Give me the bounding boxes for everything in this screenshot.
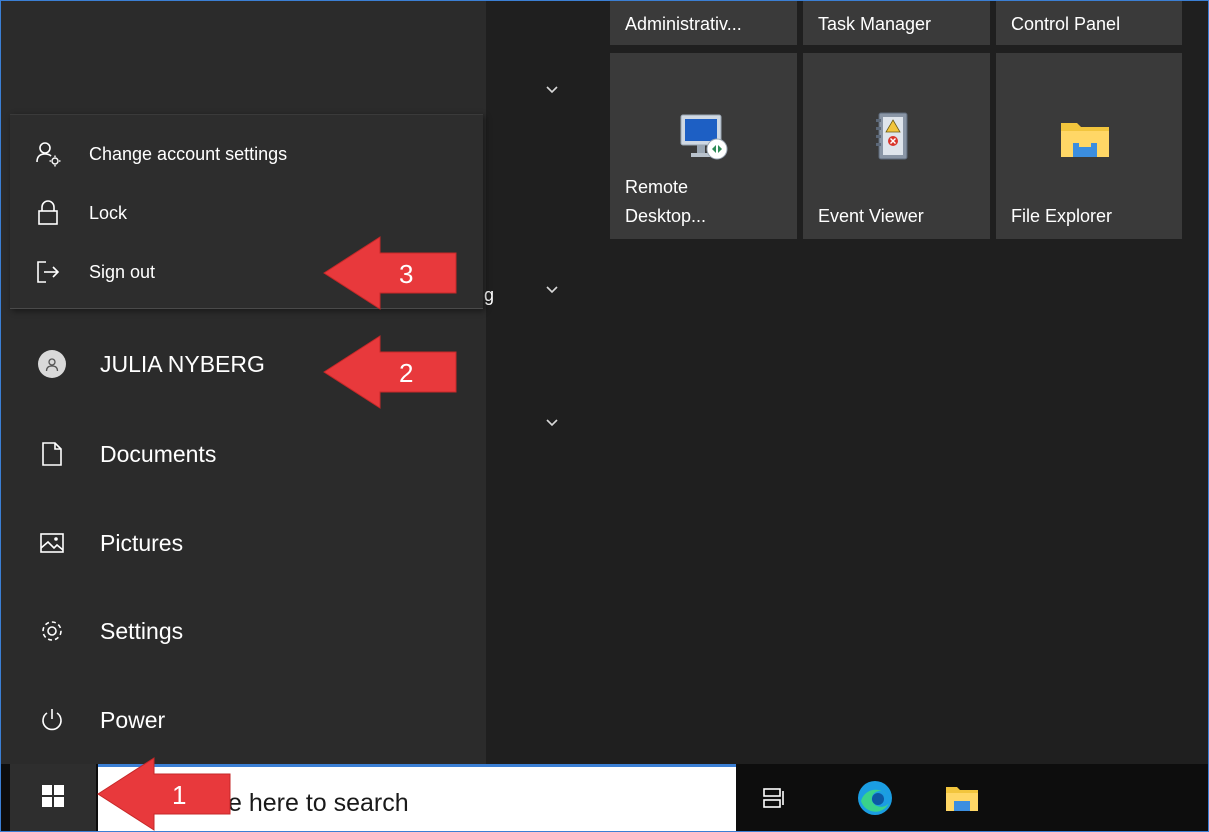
callout-number: 2 <box>399 358 414 388</box>
pictures-button[interactable]: Pictures <box>10 509 484 577</box>
change-account-settings-item[interactable]: Change account settings <box>10 127 483 181</box>
chevron-down-icon[interactable] <box>541 82 563 100</box>
start-button[interactable] <box>10 764 96 832</box>
sign-out-label: Sign out <box>89 261 156 282</box>
power-button[interactable]: Power <box>10 686 484 754</box>
callout-arrow-2: 2 <box>322 332 462 417</box>
event-viewer-icon <box>873 109 913 170</box>
edge-icon[interactable] <box>853 776 897 820</box>
tile-label: File Explorer <box>1011 206 1113 226</box>
callout-number: 3 <box>399 259 414 289</box>
tile-file-explorer[interactable]: File Explorer <box>996 53 1182 239</box>
remote-desktop-icon <box>677 109 733 170</box>
pictures-label: Pictures <box>100 529 184 556</box>
pictures-icon <box>36 527 68 559</box>
tile-label: Event Viewer <box>818 206 924 226</box>
tile-administrative-tools[interactable]: Administrativ... <box>610 0 797 45</box>
tile-task-manager[interactable]: Task Manager <box>803 0 990 45</box>
tile-label: Control Panel <box>1011 14 1121 34</box>
tile-event-viewer[interactable]: Event Viewer <box>803 53 990 239</box>
account-settings-icon <box>34 140 62 168</box>
folder-icon <box>1059 117 1111 166</box>
task-view-icon[interactable] <box>752 776 796 820</box>
power-icon <box>36 704 68 736</box>
sign-out-icon <box>34 258 62 286</box>
lock-icon <box>34 199 62 227</box>
file-explorer-icon[interactable] <box>940 776 984 820</box>
tile-label-line2: Desktop... <box>625 206 707 226</box>
power-label: Power <box>100 706 166 733</box>
lock-label: Lock <box>89 202 128 223</box>
search-placeholder: e here to search <box>228 789 409 817</box>
callout-number: 1 <box>172 780 187 810</box>
tile-label-line1: Remote <box>625 177 689 197</box>
documents-button[interactable]: Documents <box>10 420 484 488</box>
tile-label: Administrativ... <box>625 14 742 34</box>
app-list <box>486 0 608 764</box>
windows-logo-icon <box>42 784 64 812</box>
avatar <box>38 350 66 378</box>
document-icon <box>36 438 68 470</box>
chevron-down-icon[interactable] <box>541 282 563 300</box>
tile-control-panel[interactable]: Control Panel <box>996 0 1182 45</box>
lock-item[interactable]: Lock <box>10 186 483 240</box>
gear-icon <box>36 615 68 647</box>
tile-label: Task Manager <box>818 14 932 34</box>
callout-arrow-1: 1 <box>96 756 236 832</box>
tile-remote-desktop[interactable]: Remote Desktop... <box>610 53 797 239</box>
user-avatar-icon <box>36 348 68 380</box>
documents-label: Documents <box>100 440 217 467</box>
change-account-settings-label: Change account settings <box>89 143 288 164</box>
settings-button[interactable]: Settings <box>10 597 484 665</box>
callout-arrow-3: 3 <box>322 233 462 318</box>
user-name: JULIA NYBERG <box>100 350 265 377</box>
list-item-fragment: g <box>484 285 495 305</box>
chevron-down-icon[interactable] <box>541 415 563 433</box>
settings-label: Settings <box>100 617 184 644</box>
